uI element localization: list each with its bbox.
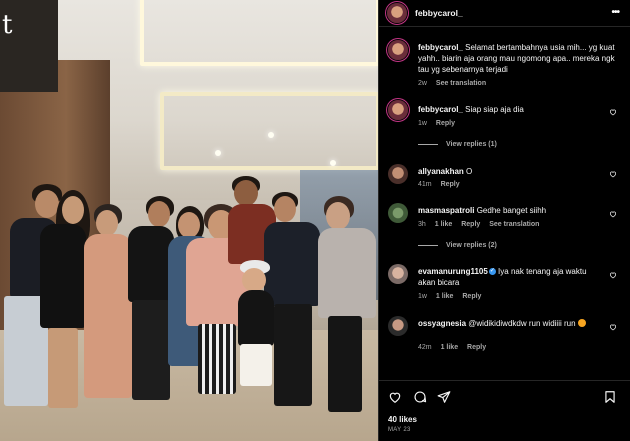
photo-downlight bbox=[268, 132, 274, 138]
comment-avatar[interactable] bbox=[388, 203, 408, 223]
bookmark-icon[interactable] bbox=[603, 390, 617, 404]
heart-icon[interactable] bbox=[388, 390, 402, 404]
heart-icon[interactable] bbox=[609, 170, 617, 178]
comment-text: ossyagnesia @widikidiwdkdw run widiiii r… bbox=[418, 318, 598, 329]
comment-time: 1w bbox=[418, 120, 427, 127]
comment-meta: 2w See translation bbox=[418, 80, 493, 87]
comment-time: 2w bbox=[418, 80, 427, 87]
comment-username[interactable]: febbycarol_ bbox=[418, 105, 463, 114]
more-icon[interactable]: ••• bbox=[611, 7, 619, 18]
author-avatar[interactable] bbox=[387, 3, 407, 23]
photo-store-sign: t bbox=[0, 0, 58, 92]
comment-time: 1w bbox=[418, 293, 427, 300]
send-icon[interactable] bbox=[437, 390, 451, 404]
comment-icon[interactable] bbox=[413, 390, 427, 404]
post-photo[interactable]: t bbox=[0, 0, 378, 441]
comment-meta: 3h 1 like Reply See translation bbox=[418, 221, 546, 228]
comment-avatar[interactable] bbox=[388, 164, 408, 184]
see-translation-link[interactable]: See translation bbox=[436, 80, 486, 87]
see-translation-link[interactable]: See translation bbox=[489, 221, 539, 228]
reply-button[interactable]: Reply bbox=[467, 344, 486, 351]
comment-time: 41m bbox=[418, 181, 432, 188]
reply-button[interactable]: Reply bbox=[461, 221, 480, 228]
comment-likes[interactable]: 1 like bbox=[436, 293, 454, 300]
heart-icon[interactable] bbox=[609, 108, 617, 116]
photo-ceiling-light bbox=[160, 92, 378, 170]
comment-text: febbycarol_ Selamat bertambahnya usia mi… bbox=[418, 43, 615, 74]
comment-likes[interactable]: 1 like bbox=[435, 221, 453, 228]
reply-button[interactable]: Reply bbox=[441, 181, 460, 188]
reply-button[interactable]: Reply bbox=[462, 293, 481, 300]
comment-text: febbycarol_ Siap siap aja dia bbox=[418, 105, 524, 114]
comment-avatar[interactable] bbox=[388, 40, 408, 60]
comment-text: masmaspatroli Gedhe banget siihh bbox=[418, 206, 547, 215]
comment-time: 3h bbox=[418, 221, 426, 228]
author-username[interactable]: febbycarol_ bbox=[415, 8, 463, 18]
comment-username[interactable]: evamanurung1105 bbox=[418, 267, 488, 276]
post-header: febbycarol_ ••• bbox=[379, 0, 630, 27]
comment-username[interactable]: allyanakhan bbox=[418, 167, 464, 176]
view-replies-button[interactable]: View replies (1) bbox=[418, 141, 497, 148]
comment-meta: 1w Reply bbox=[418, 120, 462, 127]
comment-username[interactable]: masmaspatroli bbox=[418, 206, 474, 215]
view-replies-button[interactable]: View replies (2) bbox=[418, 242, 497, 249]
comment-avatar[interactable] bbox=[388, 100, 408, 120]
comment-username[interactable]: febbycarol_ bbox=[418, 43, 463, 52]
heart-icon[interactable] bbox=[609, 210, 617, 218]
comment-meta: 1w 1 like Reply bbox=[418, 293, 488, 300]
comment-avatar[interactable] bbox=[388, 264, 408, 284]
photo-downlight bbox=[330, 160, 336, 166]
comment-meta: 41m Reply bbox=[418, 181, 467, 188]
likes-count[interactable]: 40 likes bbox=[388, 415, 417, 424]
comment-meta: 42m 1 like Reply bbox=[418, 344, 493, 351]
heart-icon[interactable] bbox=[609, 271, 617, 279]
comments-panel: febbycarol_ ••• febbycarol_ Selamat bert… bbox=[378, 0, 630, 441]
post-actions: 40 likes MAY 23 bbox=[379, 380, 630, 441]
comment-avatar[interactable] bbox=[388, 316, 408, 336]
comment-text: allyanakhan O bbox=[418, 167, 473, 176]
photo-ceiling-light bbox=[140, 0, 378, 66]
reply-button[interactable]: Reply bbox=[436, 120, 455, 127]
emoji-icon bbox=[577, 319, 586, 327]
comment-username[interactable]: ossyagnesia bbox=[418, 319, 466, 328]
comment-text: evamanurung1105 Iya nak tenang aja waktu… bbox=[418, 266, 598, 288]
heart-icon[interactable] bbox=[609, 323, 617, 331]
photo-downlight bbox=[215, 150, 221, 156]
comment-time: 42m bbox=[418, 344, 432, 351]
post-date: MAY 23 bbox=[388, 427, 411, 433]
verified-badge-icon bbox=[488, 266, 496, 277]
comment-likes[interactable]: 1 like bbox=[441, 344, 459, 351]
